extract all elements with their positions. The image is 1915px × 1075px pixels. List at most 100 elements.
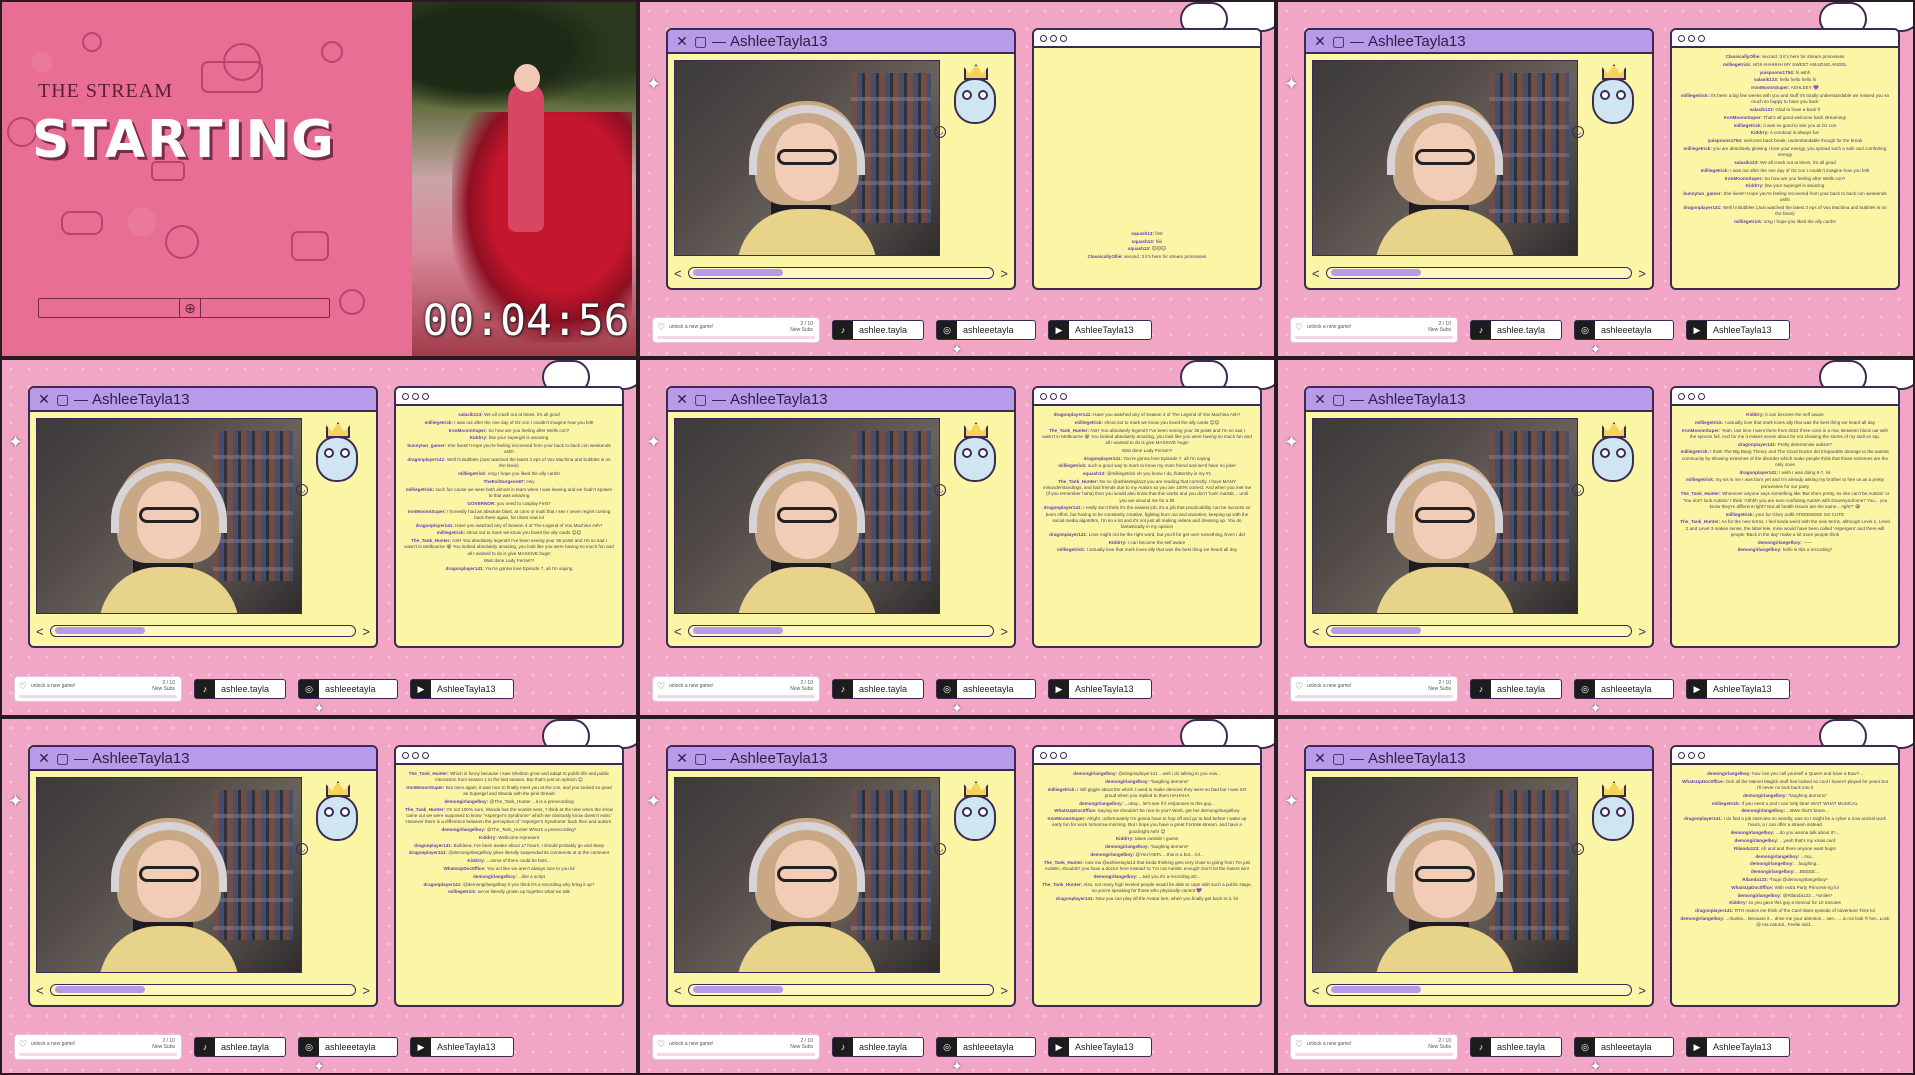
chat-username: demongirlangelboy:: [1734, 837, 1779, 843]
webcam-video: [674, 418, 940, 614]
chat-username: dragonplayer141:: [1049, 531, 1088, 537]
streamer-sweater: [737, 926, 877, 972]
chat-titlebar: [1672, 30, 1898, 48]
webcam-scrollbar: < >: [674, 981, 1008, 999]
chat-username: Kiddrry:: [1108, 539, 1127, 545]
goal-count-sub: New Subs: [152, 686, 175, 692]
chat-message: yuispoons1754: hi ashh: [1680, 70, 1890, 76]
goal-count-sub: New Subs: [152, 1044, 175, 1050]
window-title: AshleeTayla13: [1368, 32, 1466, 50]
chat-username: IronMoonnSuper:: [1724, 175, 1764, 181]
dash-icon: —: [1350, 391, 1364, 407]
goal-label: unlock a new game!: [1307, 1041, 1352, 1047]
chat-username: milliegetrick:: [1683, 145, 1712, 151]
window-dot-icon: [402, 392, 409, 400]
window-icon: ▢: [56, 390, 70, 407]
loading-bar: ⊕: [38, 298, 330, 318]
close-icon: ✕: [1314, 32, 1326, 49]
chat-username: milliegetrick:: [1058, 463, 1087, 469]
sparkle-icon: ✦: [646, 432, 662, 452]
youtube-handle: ▶ AshleeTayla13: [410, 1037, 514, 1057]
webcam-window: ✕ ▢ — AshleeTayla13 ◡ < >: [1304, 386, 1654, 648]
chat-message: WhatsUpDoc0ffice: With extra Party Princ…: [1680, 885, 1890, 891]
chat-message: squash13: first: [1042, 231, 1252, 237]
star-icon: ✦: [1589, 1058, 1602, 1074]
chat-username: yuispoons1754:: [1759, 69, 1795, 75]
mascot-eye: [962, 90, 972, 100]
chat-text: @milliegetrick oh you know I do, flutter…: [1106, 471, 1212, 477]
instagram-handle-text: ashleeetayla: [963, 1042, 1014, 1052]
window-title: AshleeTayla13: [730, 390, 828, 408]
chat-messages: Kiddrry: it can become the self aware mil…: [1680, 412, 1890, 640]
bottom-bar: ♡ unlock a new game! 2 / 10 New Subs ♪ ashlee…: [14, 1033, 624, 1061]
chat-username: bunnytun_gamer:: [407, 443, 447, 449]
chat-username: dragonplayer141:: [1683, 205, 1722, 211]
chat-window: demongirlangelboy: @dragonplayer141 ...w…: [1032, 745, 1262, 1007]
scroll-track: [687, 267, 995, 279]
chat-text: HOII AHHHHH MY SWEET AMAZING ANGEL: [1752, 61, 1847, 67]
smiley-icon: ◡: [934, 126, 946, 138]
chat-text: Wait done Lady Ferrari?!: [483, 558, 535, 564]
chat-text: you need to cosplay First?: [497, 500, 551, 506]
chat-text: I wish I was doing 6-7, lol: [1779, 469, 1831, 475]
chat-message: The_Tank_Hunter: Whenever anyone says so…: [1680, 491, 1890, 510]
smiley-icon: ◡: [934, 484, 946, 496]
chat-username: dragonplayer141:: [1684, 816, 1723, 822]
chat-message: milliegetrick: such a good way to mark t…: [1042, 463, 1252, 469]
chat-text: You're gonna love Episode 7, all I'm say…: [1123, 455, 1211, 461]
chat-message: demongirlangelboy: *laughing demons*: [1042, 779, 1252, 785]
window-dot-icon: [412, 751, 419, 759]
streamer-sweater: [1375, 567, 1515, 613]
chat-message: milliegetrick: omg I hope you liked the …: [1680, 219, 1890, 225]
chat-text: such fun cause we were both almost in te…: [435, 486, 613, 498]
chat-username: milliegetrick:: [436, 530, 466, 536]
bottom-bar: ♡ unlock a new game! 2 / 10 New Subs ♪ ashlee…: [1290, 316, 1901, 344]
tiktok-icon: ♪: [833, 321, 853, 339]
chat-message: milliegetrick: you are absolutely glowin…: [1680, 146, 1890, 158]
youtube-icon: ▶: [411, 1038, 431, 1056]
chat-message: demongirlangelboy: ...do you wanna talk …: [1680, 830, 1890, 836]
webcam-titlebar: ✕ ▢ — AshleeTayla13: [1306, 747, 1652, 771]
goal-progress-bar: [19, 695, 177, 698]
chat-message: IronMoonnSuper: Yeah, last time I went t…: [1680, 428, 1890, 440]
chat-username: squash13:: [1127, 246, 1151, 252]
heart-icon: ♡: [1295, 322, 1304, 332]
instagram-handle-text: ashleeetayla: [325, 684, 376, 694]
youtube-handle-text: AshleeTayla13: [1075, 684, 1134, 694]
chat-text: btw your supergirl is amazing: [1764, 183, 1825, 189]
scroll-thumb: [54, 627, 145, 634]
webcam-titlebar: ✕ ▢ — AshleeTayla13: [30, 747, 376, 771]
chat-username: demongirlangelboy:: [1093, 873, 1138, 879]
chat-username: dragonplayer141:: [407, 457, 446, 463]
chat-text: hello is this a recording?: [1782, 547, 1833, 553]
chat-message: The_Tank_Hunter: Which is funny because …: [404, 771, 614, 783]
goal-count-sub: New Subs: [790, 686, 813, 692]
chat-text: ...like a script: [518, 873, 545, 879]
sparkle-icon: ✦: [8, 791, 24, 811]
chat-text: I was out after the one day of Oz con I …: [454, 419, 594, 425]
instagram-handle: ◎ ashleeetayla: [1574, 679, 1674, 699]
crown-icon: [326, 781, 350, 797]
scroll-right-icon: >: [362, 982, 370, 998]
tiktok-icon: ♪: [1471, 1038, 1491, 1056]
window-dot-icon: [1698, 34, 1705, 42]
webcam-scrollbar: < >: [1312, 622, 1646, 640]
youtube-handle-text: AshleeTayla13: [437, 1042, 496, 1052]
chat-username: yuispoons1754:: [1707, 138, 1743, 144]
chat-username: demongirlangelboy:: [1073, 771, 1118, 776]
mascot-eye: [962, 807, 972, 817]
chat-message: milliegetrick: shout out to mark we know…: [1042, 420, 1252, 426]
smiley-icon: ◡: [296, 484, 308, 496]
goal-count-sub: New Subs: [1428, 686, 1451, 692]
sub-goal-widget: ♡ unlock a new game! 2 / 10 New Subs: [14, 676, 182, 702]
goal-count: 2 / 10 New Subs: [152, 680, 175, 692]
chat-message: ClassicallyOllie: second :3 it's here fo…: [1680, 54, 1890, 60]
streamer-sweater: [1375, 926, 1515, 972]
chat-message: The_Tank_Hunter: I'm not 100% sure, Wand…: [404, 807, 614, 826]
starting-pre-title: THE STREAM: [38, 80, 173, 102]
goal-count: 2 / 10 New Subs: [790, 680, 813, 692]
chat-text: I was out after the one day of Oz con I …: [1730, 167, 1870, 173]
tiktok-handle: ♪ ashlee.tayla: [1470, 1037, 1562, 1057]
bottom-bar: ♡ unlock a new game! 2 / 10 New Subs ♪ ashlee…: [652, 316, 1262, 344]
goal-label: unlock a new game!: [31, 683, 76, 689]
